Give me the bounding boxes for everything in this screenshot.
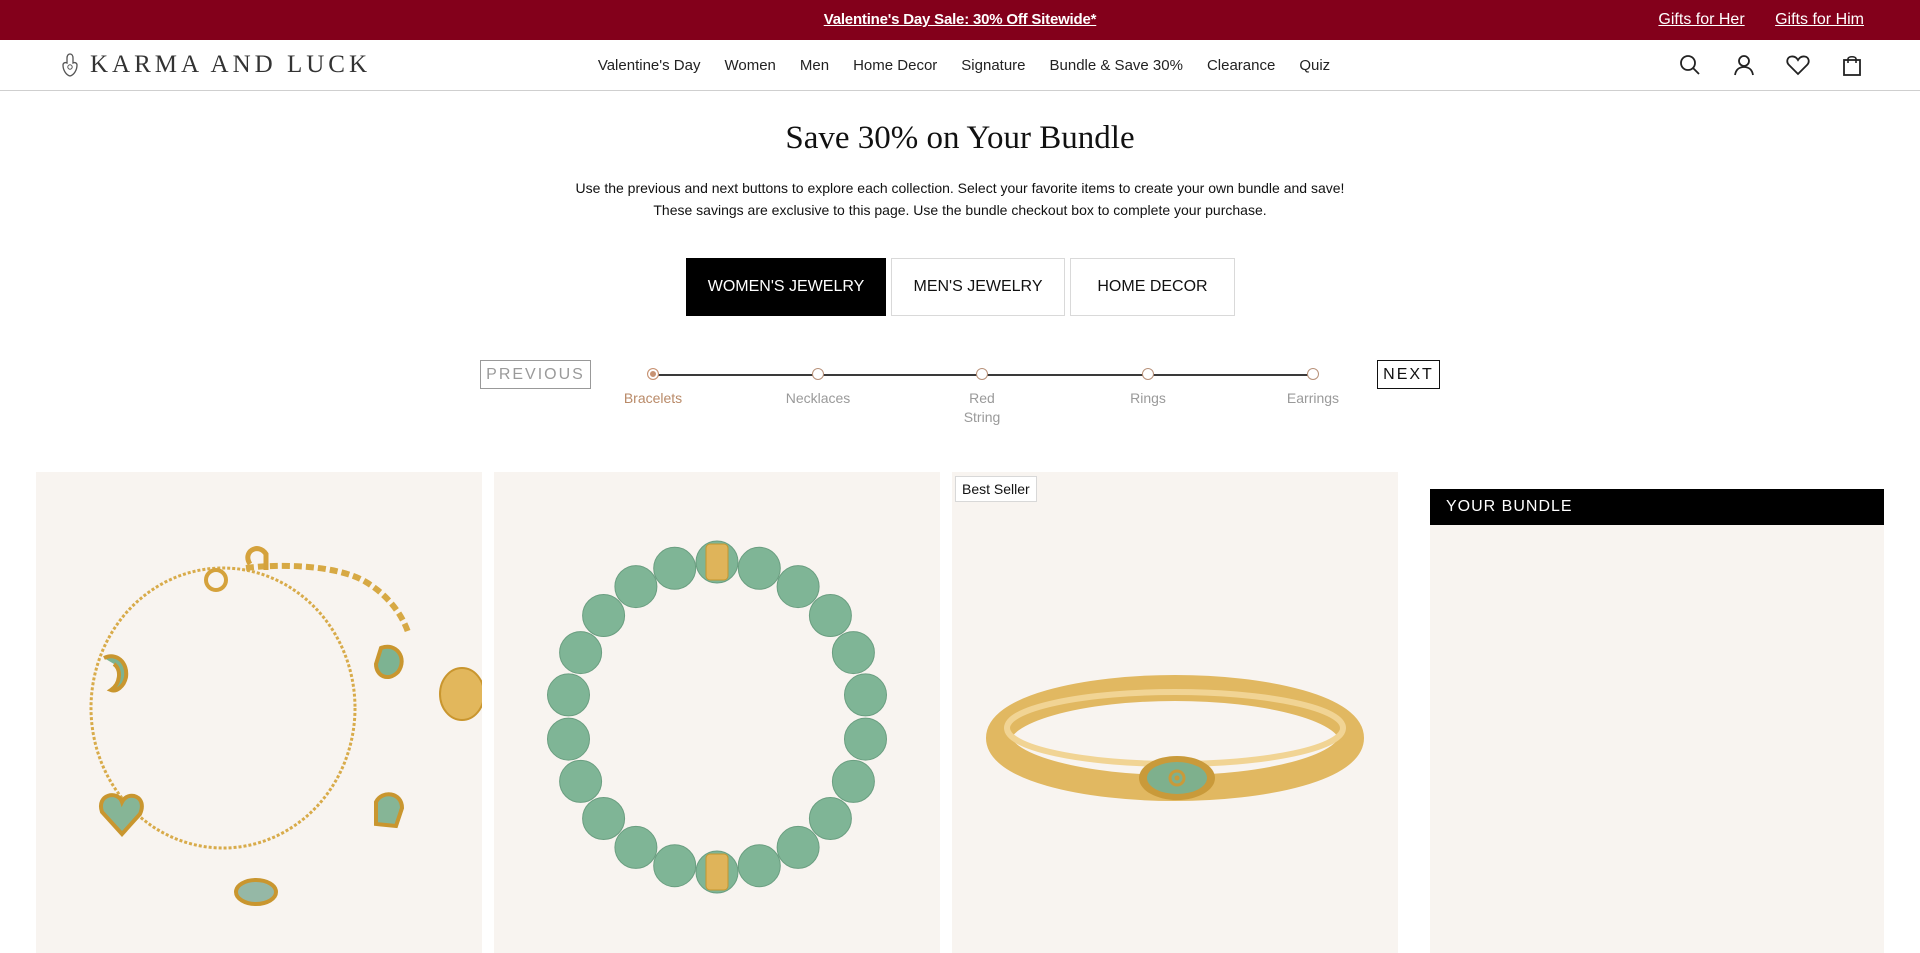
step-label-red-string[interactable]: Red String (952, 389, 1012, 427)
bead (831, 759, 875, 803)
bead (776, 565, 820, 609)
nav-valentines-day[interactable]: Valentine's Day (598, 57, 701, 74)
bead (653, 844, 697, 888)
charm-bracelet-image (89, 546, 482, 906)
best-seller-badge: Best Seller (955, 476, 1037, 502)
step-label-rings[interactable]: Rings (1103, 389, 1193, 408)
bead (653, 546, 697, 590)
gifts-for-him-link[interactable]: Gifts for Him (1775, 11, 1864, 28)
bead (582, 797, 626, 840)
announcement-bar: Valentine's Day Sale: 30% Off Sitewide* … (0, 0, 1920, 40)
product-card-bead-bracelet[interactable] (494, 472, 940, 953)
nav-home-decor[interactable]: Home Decor (853, 57, 937, 74)
page-subtitle-line2: These savings are exclusive to this page… (653, 202, 1267, 218)
bead (737, 546, 781, 590)
bundle-title: YOUR BUNDLE (1430, 489, 1884, 525)
category-tabs: WOMEN'S JEWELRY MEN'S JEWELRY HOME DECOR (686, 258, 1235, 316)
tab-mens-jewelry[interactable]: MEN'S JEWELRY (891, 258, 1065, 316)
step-label-necklaces[interactable]: Necklaces (773, 389, 863, 408)
tab-home-decor[interactable]: HOME DECOR (1070, 258, 1235, 316)
next-button[interactable]: NEXT (1377, 360, 1440, 389)
heart-icon[interactable] (1786, 52, 1810, 78)
bead (559, 759, 603, 803)
bundle-panel: YOUR BUNDLE (1430, 489, 1884, 953)
bead-bracelet-image (547, 540, 887, 894)
bead (614, 825, 658, 869)
bead (776, 825, 820, 869)
nav-clearance[interactable]: Clearance (1207, 57, 1275, 74)
tab-womens-jewelry[interactable]: WOMEN'S JEWELRY (686, 258, 886, 316)
bead (547, 717, 590, 761)
bead (808, 797, 852, 840)
step-dot-bracelets[interactable] (647, 368, 659, 380)
main-nav: Valentine's Day Women Men Home Decor Sig… (0, 40, 1920, 91)
gold-spacer (705, 853, 729, 891)
step-dot-red-string[interactable] (976, 368, 988, 380)
product-card-evil-eye-bangle[interactable]: Best Seller (952, 472, 1398, 953)
nav-men[interactable]: Men (800, 57, 829, 74)
bead (737, 844, 781, 888)
bag-icon[interactable] (1840, 52, 1864, 78)
nav-women[interactable]: Women (724, 57, 775, 74)
bead (614, 565, 658, 609)
bead (559, 631, 603, 675)
page-subtitle-line1: Use the previous and next buttons to exp… (575, 180, 1345, 196)
bead (844, 717, 887, 761)
bead (831, 631, 875, 675)
step-label-bracelets[interactable]: Bracelets (608, 389, 698, 408)
bead (808, 594, 852, 637)
step-label-earrings[interactable]: Earrings (1268, 389, 1358, 408)
gift-links: Gifts for Her Gifts for Him (1632, 0, 1864, 40)
nav-signature[interactable]: Signature (961, 57, 1025, 74)
bead (547, 673, 590, 717)
step-dot-rings[interactable] (1142, 368, 1154, 380)
search-icon[interactable] (1678, 52, 1702, 78)
step-dot-earrings[interactable] (1307, 368, 1319, 380)
previous-button[interactable]: PREVIOUS (480, 360, 591, 389)
gold-spacer (705, 543, 729, 581)
page-title: Save 30% on Your Bundle (785, 120, 1135, 156)
evil-eye-bangle-image (986, 675, 1364, 801)
product-card-charm-bracelet[interactable] (36, 472, 482, 953)
bead (582, 594, 626, 637)
site-header: KARMA AND LUCK Valentine's Day Women Men… (0, 40, 1920, 91)
gifts-for-her-link[interactable]: Gifts for Her (1658, 11, 1744, 28)
header-icons (1678, 52, 1864, 78)
nav-bundle-save[interactable]: Bundle & Save 30% (1050, 57, 1183, 74)
bead (844, 673, 887, 717)
nav-quiz[interactable]: Quiz (1299, 57, 1330, 74)
step-dot-necklaces[interactable] (812, 368, 824, 380)
account-icon[interactable] (1732, 52, 1756, 78)
